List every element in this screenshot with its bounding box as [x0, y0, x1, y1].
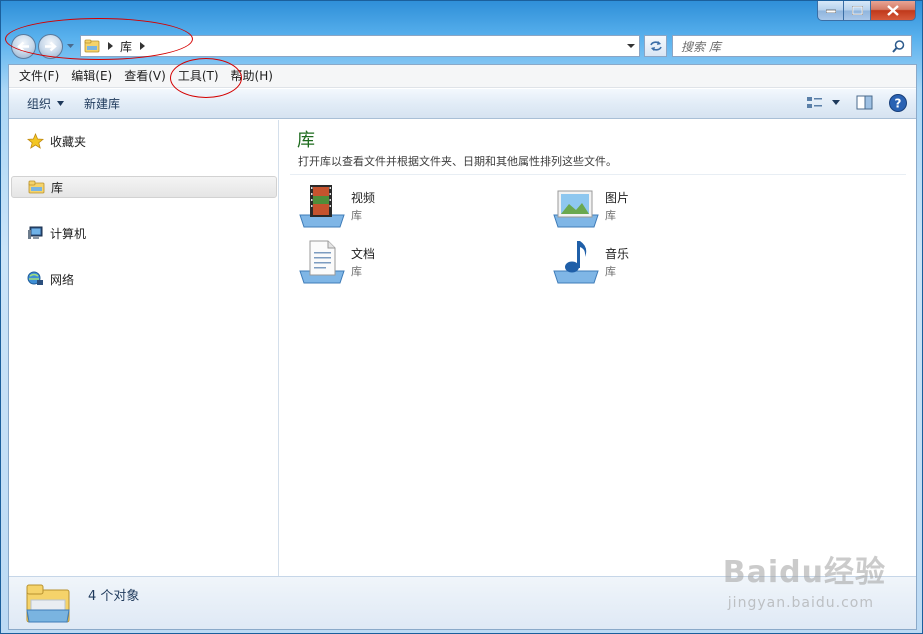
explorer-content: 文件(F) 编辑(E) 查看(V) 工具(T) 帮助(H) 组织 新建库 ? 收… — [8, 64, 917, 630]
library-tile-music[interactable]: 音乐 库 — [551, 239, 791, 291]
search-placeholder: 搜索 库 — [681, 39, 721, 54]
star-icon — [27, 133, 44, 149]
library-description: 打开库以查看文件并根据文件夹、日期和其他属性排列这些文件。 — [298, 155, 617, 168]
nav-item-favorites-label: 收藏夹 — [50, 134, 87, 149]
explorer-window: 库 搜索 库 文件(F) 编辑(E) 查看(V) 工具(T) 帮助(H) 组织 — [0, 0, 923, 634]
minimize-icon — [825, 9, 836, 13]
library-view: 库 打开库以查看文件并根据文件夹、日期和其他属性排列这些文件。 视频 库 图片 … — [280, 120, 916, 576]
computer-icon — [27, 225, 44, 241]
library-tile-videos[interactable]: 视频 库 — [297, 183, 537, 235]
nav-item-favorites[interactable]: 收藏夹 — [9, 130, 277, 152]
menu-edit[interactable]: 编辑(E) — [65, 65, 118, 88]
close-button[interactable] — [871, 1, 916, 21]
library-tile-pictures-type: 库 — [605, 209, 616, 222]
network-icon — [27, 271, 44, 287]
close-icon — [887, 5, 899, 16]
music-library-icon — [553, 241, 599, 284]
change-view-button[interactable] — [806, 95, 842, 111]
library-folder-icon — [84, 39, 100, 53]
forward-button[interactable] — [38, 34, 63, 59]
address-bar[interactable]: 库 — [80, 35, 640, 57]
menu-help[interactable]: 帮助(H) — [225, 65, 279, 88]
nav-item-libraries-label: 库 — [51, 180, 64, 195]
menu-file[interactable]: 文件(F) — [13, 65, 65, 88]
new-library-label: 新建库 — [84, 97, 121, 111]
nav-item-libraries[interactable]: 库 — [11, 176, 277, 198]
window-controls — [817, 1, 916, 21]
help-button[interactable]: ? — [888, 93, 908, 113]
breadcrumb-libraries[interactable]: 库 — [120, 38, 132, 55]
breadcrumb-separator-icon[interactable] — [108, 42, 114, 50]
divider — [290, 174, 906, 175]
watermark-url: jingyan.baidu.com — [727, 595, 874, 611]
watermark-logo: Baidu经验 — [722, 555, 886, 590]
maximize-icon — [851, 6, 863, 15]
back-button[interactable] — [11, 34, 36, 59]
preview-pane-button[interactable] — [856, 95, 874, 111]
library-tile-pictures-name: 图片 — [605, 191, 630, 205]
nav-item-network-label: 网络 — [50, 272, 75, 287]
address-dropdown-icon[interactable] — [627, 42, 635, 50]
video-library-icon — [299, 185, 345, 228]
nav-item-network[interactable]: 网络 — [9, 268, 277, 290]
view-controls: ? — [792, 93, 908, 113]
documents-library-icon — [299, 240, 345, 284]
search-box[interactable]: 搜索 库 — [672, 35, 912, 57]
new-library-button[interactable]: 新建库 — [74, 95, 130, 112]
organize-label: 组织 — [27, 97, 52, 111]
preview-pane-icon — [856, 95, 873, 110]
navigation-pane: 收藏夹 库 计算机 网络 — [9, 120, 279, 576]
view-options-icon — [807, 97, 822, 108]
minimize-button[interactable] — [817, 1, 844, 21]
library-tile-music-type: 库 — [605, 265, 616, 278]
organize-button[interactable]: 组织 — [17, 95, 74, 112]
library-folder-icon — [26, 584, 70, 623]
library-tile-documents-name: 文档 — [351, 247, 376, 261]
library-tile-music-name: 音乐 — [605, 247, 630, 261]
search-icon[interactable] — [892, 40, 905, 53]
library-tile-documents[interactable]: 文档 库 — [297, 239, 537, 291]
breadcrumb-separator-icon[interactable] — [140, 42, 146, 50]
svg-text:?: ? — [895, 97, 902, 111]
menu-view[interactable]: 查看(V) — [118, 65, 172, 88]
nav-item-computer-label: 计算机 — [50, 226, 87, 241]
library-tile-videos-type: 库 — [351, 209, 362, 222]
refresh-icon — [649, 41, 662, 51]
library-tile-documents-type: 库 — [351, 265, 362, 278]
library-folder-icon — [28, 179, 45, 195]
refresh-button[interactable] — [644, 35, 667, 57]
chevron-down-icon — [57, 101, 65, 106]
chevron-down-icon — [832, 100, 840, 105]
menu-tools[interactable]: 工具(T) — [172, 65, 225, 88]
recent-pages-dropdown-icon[interactable] — [66, 41, 75, 51]
menu-bar: 文件(F) 编辑(E) 查看(V) 工具(T) 帮助(H) — [9, 65, 916, 88]
item-count: 4 个对象 — [88, 589, 140, 604]
library-tile-videos-name: 视频 — [351, 191, 376, 205]
help-icon: ? — [889, 94, 907, 112]
library-tile-pictures[interactable]: 图片 库 — [551, 183, 791, 235]
forward-arrow-icon — [45, 41, 57, 52]
pictures-library-icon — [553, 190, 599, 228]
navigation-bar: 库 搜索 库 — [9, 32, 916, 59]
back-arrow-icon — [17, 41, 29, 52]
library-title: 库 — [297, 130, 315, 151]
maximize-button[interactable] — [844, 1, 871, 21]
command-bar: 组织 新建库 ? — [9, 89, 916, 119]
nav-item-computer[interactable]: 计算机 — [9, 222, 277, 244]
